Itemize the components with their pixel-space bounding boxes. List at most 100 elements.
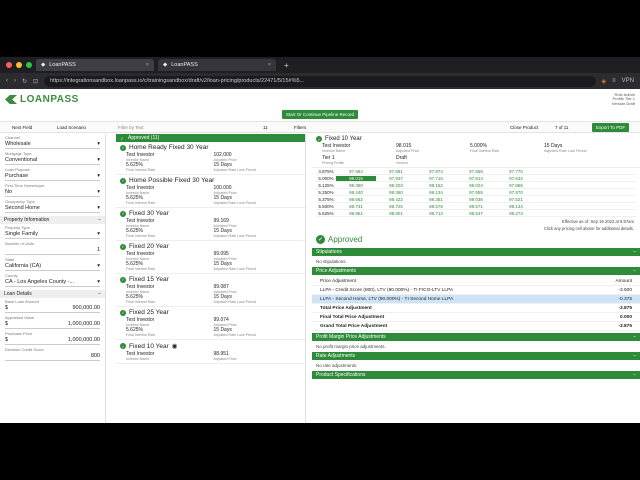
browser-tab[interactable]: ◆ LoanPASS × <box>158 59 276 71</box>
price-cell[interactable]: 98.662 <box>336 197 376 202</box>
price-cell[interactable]: 98.134 <box>416 190 456 195</box>
price-cell[interactable]: 97.937 <box>376 176 416 181</box>
price-cell[interactable]: 98.152 <box>416 183 456 188</box>
chevron-down-icon[interactable]: ▾ <box>97 231 100 237</box>
field-input[interactable]: No ▾ <box>5 188 100 197</box>
reload-icon[interactable]: ↻ <box>22 78 27 85</box>
field-input[interactable]: $1,000,000.00 <box>5 320 100 329</box>
chevron-down-icon[interactable]: ▾ <box>97 189 100 195</box>
product-card[interactable]: ✓ Fixed 20 Year Test Investor Investor Name… <box>116 241 305 274</box>
brave-shield-icon[interactable]: ◈ <box>602 78 607 85</box>
rate-adjustments-header[interactable]: Rate Adjustments − <box>312 352 640 360</box>
field-input[interactable]: Conventional ▾ <box>5 156 100 165</box>
field-input[interactable]: Single Family ▾ <box>5 230 100 239</box>
price-cell[interactable]: 98.134 <box>496 204 536 209</box>
field-input[interactable]: 800 <box>5 352 100 361</box>
product-card[interactable]: ✓ Home Possible Fixed 30 Year Test Investo… <box>116 175 305 208</box>
price-cell[interactable]: 97.632 <box>496 176 536 181</box>
field-input[interactable]: 1 <box>5 246 100 255</box>
eye-icon[interactable]: ◉ <box>172 342 178 350</box>
close-product-button[interactable]: Close Product <box>510 125 538 130</box>
price-adjustments-header[interactable]: Price Adjustments − <box>312 267 640 275</box>
price-cell[interactable]: 98.571 <box>456 204 496 209</box>
chevron-down-icon[interactable]: ▾ <box>97 205 100 211</box>
price-cell[interactable]: 98.361 <box>416 197 456 202</box>
price-cell[interactable]: 97.770 <box>496 169 536 174</box>
export-pdf-button[interactable]: Export To PDF <box>592 123 630 132</box>
filters-button[interactable]: Filters <box>294 125 306 130</box>
next-field-button[interactable]: Next Field <box>12 125 32 130</box>
collapse-icon[interactable]: − <box>633 334 636 340</box>
price-cell[interactable]: 97.870 <box>496 190 536 195</box>
price-cell[interactable]: 98.380 <box>336 183 376 188</box>
field-input[interactable]: California (CA) ▾ <box>5 262 100 271</box>
collapse-icon[interactable]: − <box>633 268 636 274</box>
minimize-window-icon[interactable] <box>16 62 22 68</box>
price-cell[interactable]: 98.547 <box>456 211 496 216</box>
field-input[interactable]: CA - Los Angeles County -... ▾ <box>5 278 100 287</box>
vpn-button[interactable]: VPN <box>622 78 634 84</box>
price-cell[interactable]: 98.015 <box>336 175 376 181</box>
price-cell[interactable]: 98.440 <box>336 190 376 195</box>
close-window-icon[interactable] <box>6 62 12 68</box>
loanpass-logo[interactable]: LOANPASS <box>5 94 79 105</box>
collapse-icon[interactable]: − <box>98 291 101 297</box>
forward-icon[interactable]: › <box>14 78 16 84</box>
price-cell[interactable]: 97.984 <box>336 169 376 174</box>
address-field[interactable]: https://integrationsandbox.loanpass.io/c… <box>44 75 596 87</box>
price-cell[interactable]: 97.858 <box>456 169 496 174</box>
field-input[interactable]: $900,000.00 <box>5 304 100 313</box>
stipulations-header[interactable]: Stipulations − <box>312 248 640 256</box>
field-input[interactable]: Second Home ▾ <box>5 204 100 213</box>
price-cell[interactable]: 97.715 <box>416 176 456 181</box>
collapse-icon[interactable]: − <box>633 249 636 255</box>
close-tab-icon[interactable]: × <box>146 62 149 68</box>
chevron-down-icon[interactable]: ▾ <box>97 157 100 163</box>
bookmark-icon[interactable]: ⊡ <box>33 78 38 85</box>
chevron-down-icon[interactable]: ▾ <box>97 279 100 285</box>
field-input[interactable]: Purchase ▾ <box>5 172 100 181</box>
price-cell[interactable]: 98.731 <box>336 204 376 209</box>
price-cell[interactable]: 98.203 <box>376 183 416 188</box>
price-cell[interactable]: 98.360 <box>376 190 416 195</box>
close-tab-icon[interactable]: × <box>268 62 271 68</box>
product-card[interactable]: ✓ Fixed 30 Year Test Investor Investor Name… <box>116 208 305 241</box>
browser-tab-active[interactable]: ◆ LoanPASS × <box>36 59 154 71</box>
price-cell[interactable]: 97.521 <box>496 197 536 202</box>
chevron-down-icon[interactable]: ▾ <box>97 141 100 147</box>
load-scenario-button[interactable]: Load Scenario <box>57 125 86 130</box>
back-icon[interactable]: ‹ <box>6 78 8 84</box>
chevron-down-icon[interactable]: ▾ <box>97 173 100 179</box>
price-cell[interactable]: 98.951 <box>336 211 376 216</box>
product-card[interactable]: ✓ Fixed 25 Year Test Investor Investor Name… <box>116 307 305 340</box>
price-cell[interactable]: 98.713 <box>416 211 456 216</box>
price-cell[interactable]: 98.725 <box>376 204 416 209</box>
price-cell[interactable]: 98.422 <box>376 197 416 202</box>
product-card[interactable]: ✓ Fixed 10 Year ◉ Test Investor Investor Nam… <box>116 340 305 364</box>
price-cell[interactable]: 97.874 <box>416 169 456 174</box>
field-input[interactable]: $1,000,000.00 <box>5 336 100 345</box>
field-input[interactable]: Wholesale ▾ <box>5 140 100 149</box>
collapse-icon[interactable]: − <box>633 372 636 378</box>
chevron-down-icon[interactable]: ▾ <box>97 263 100 269</box>
loan-section-header[interactable]: Loan Details − <box>0 290 105 298</box>
filter-input[interactable]: Filter by Text <box>118 125 143 130</box>
pipeline-button[interactable]: Start Or Continue Pipeline Record <box>281 109 359 119</box>
price-cell[interactable]: 98.024 <box>456 183 496 188</box>
product-card[interactable]: ✓ Fixed 15 Year Test Investor Investor Name… <box>116 274 305 307</box>
property-section-header[interactable]: Property Information − <box>0 216 105 224</box>
price-cell[interactable]: 97.955 <box>456 190 496 195</box>
price-cell[interactable]: 98.801 <box>376 211 416 216</box>
collapse-icon[interactable]: − <box>633 353 636 359</box>
price-cell[interactable]: 97.814 <box>456 176 496 181</box>
product-card[interactable]: ✓ Home Ready Fixed 30 Year Test Investor In… <box>116 142 305 175</box>
maximize-window-icon[interactable] <box>26 62 32 68</box>
menu-icon[interactable]: ≡ <box>612 78 616 84</box>
price-cell[interactable]: 98.273 <box>496 211 536 216</box>
specs-header[interactable]: Product Specifications − <box>312 371 640 379</box>
collapse-icon[interactable]: − <box>98 217 101 223</box>
new-tab-icon[interactable]: + <box>284 61 289 70</box>
price-cell[interactable]: 98.578 <box>416 204 456 209</box>
profit-margin-header[interactable]: Profit Margin Price Adjustments − <box>312 333 640 341</box>
price-cell[interactable]: 98.036 <box>456 197 496 202</box>
